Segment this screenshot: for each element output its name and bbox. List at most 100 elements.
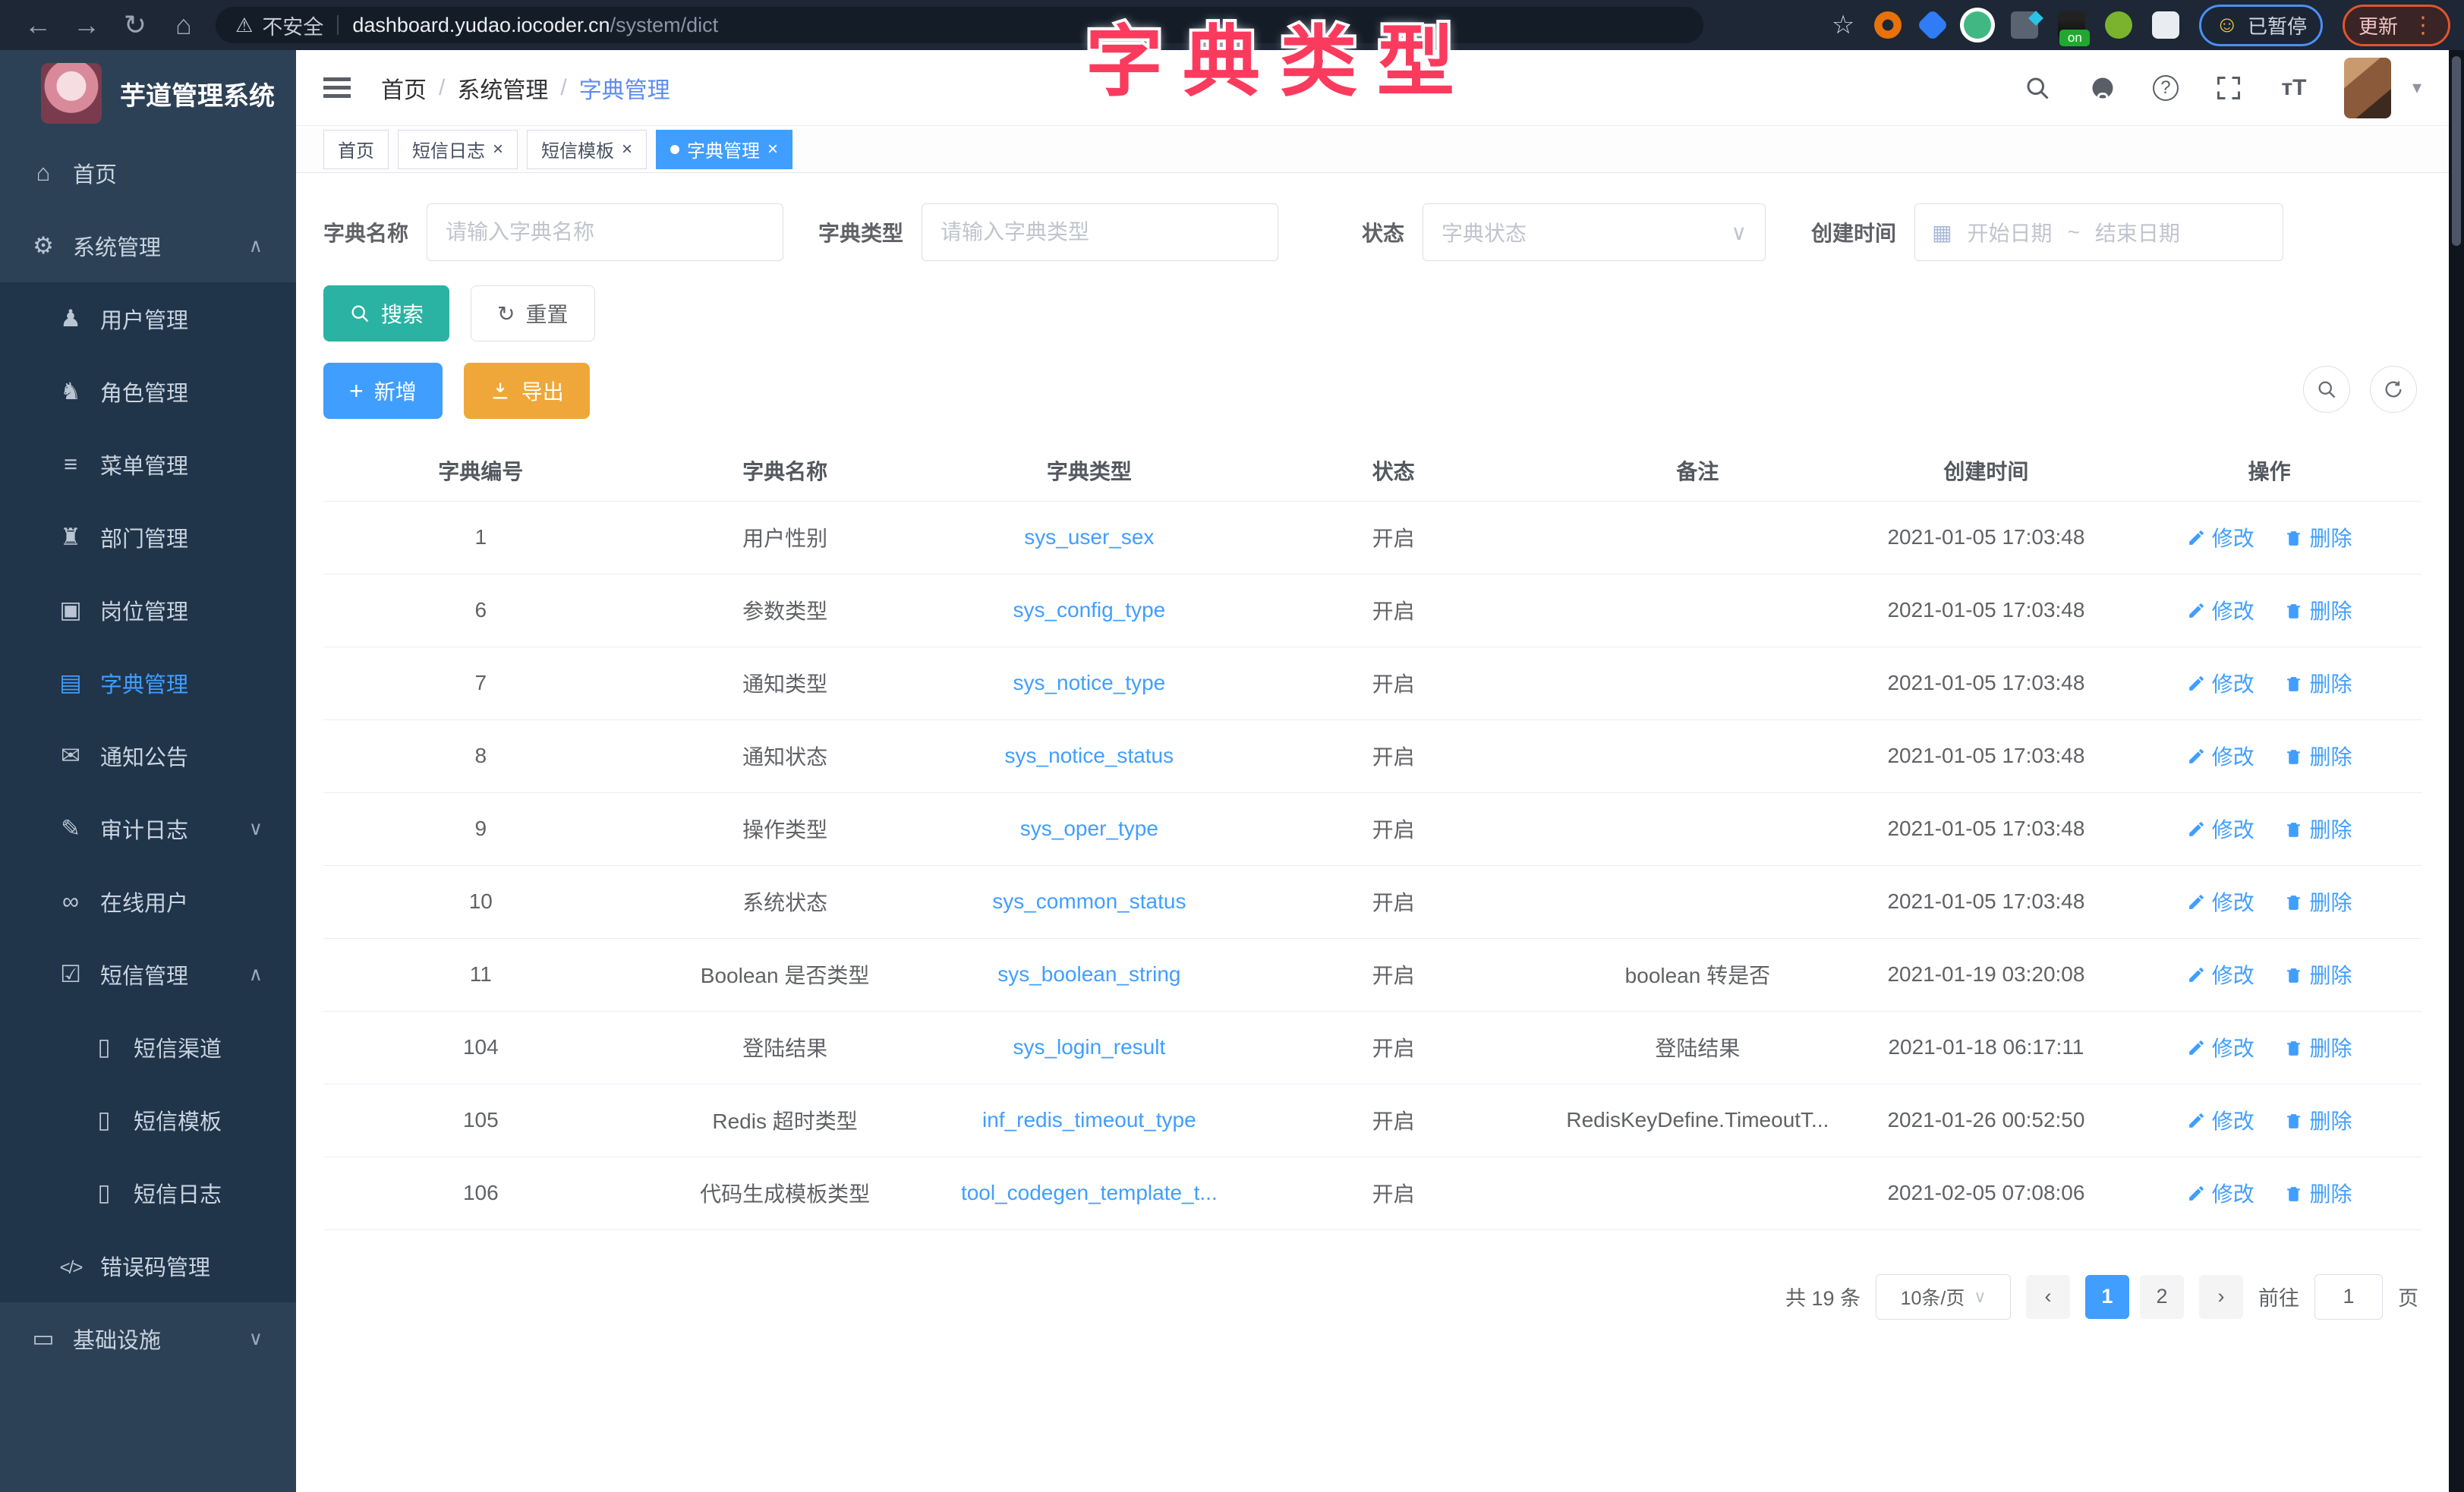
page-number-button[interactable]: 2 [2140,1275,2184,1319]
delete-link[interactable]: 删除 [2284,668,2352,698]
github-icon[interactable] [2087,73,2118,103]
sidebar-menu-item[interactable]: 在线用户 [0,865,296,938]
sidebar-item-label: 首页 [73,157,117,189]
page-number-button[interactable]: 1 [2085,1275,2129,1319]
breadcrumb-item[interactable]: 系统管理 [457,71,578,105]
home-icon[interactable]: ⌂ [159,9,208,41]
next-page-button[interactable]: › [2199,1275,2243,1319]
extension-icon[interactable]: on [2058,11,2085,39]
font-size-icon[interactable]: тT [2279,73,2309,103]
user-avatar[interactable] [2344,58,2391,118]
breadcrumb-item[interactable]: 字典管理 [579,71,670,105]
reload-icon[interactable]: ↻ [111,9,159,41]
status-select[interactable]: 字典状态 ∨ [1423,203,1766,261]
caret-down-icon[interactable]: ▾ [2412,77,2421,99]
edit-link[interactable]: 修改 [2187,1105,2254,1135]
delete-link[interactable]: 删除 [2284,1178,2352,1208]
delete-link[interactable]: 删除 [2284,1032,2352,1062]
sidebar-menu-item[interactable]: 基础设施 [0,1302,296,1375]
back-arrow-icon[interactable]: ← [14,9,62,41]
edit-link[interactable]: 修改 [2187,959,2254,990]
date-range-picker[interactable]: ▦ 开始日期 ~ 结束日期 [1914,203,2283,261]
profile-paused-badge[interactable]: ☺ 已暂停 [2199,5,2323,46]
dict-type-link[interactable]: sys_boolean_string [932,938,1247,1011]
sidebar-menu-item[interactable]: 首页 [0,137,296,209]
dict-type-link[interactable]: sys_oper_type [932,792,1247,865]
dict-type-link[interactable]: sys_notice_status [932,719,1247,792]
add-button[interactable]: + 新增 [323,363,443,419]
hamburger-icon[interactable] [323,86,351,90]
chrome-update-button[interactable]: 更新 ⋮ [2343,5,2450,46]
extensions-puzzle-icon[interactable] [2152,11,2179,39]
dict-type-link[interactable]: tool_codegen_template_t... [932,1157,1247,1229]
sidebar-menu-item[interactable]: 错误码管理 [0,1229,296,1302]
kebab-menu-icon[interactable]: ⋮ [2412,12,2434,39]
edit-link[interactable]: 修改 [2187,668,2254,698]
sidebar-menu-item[interactable]: 用户管理 [0,282,296,355]
sidebar-menu-item[interactable]: 角色管理 [0,355,296,428]
extension-icon[interactable] [2105,11,2132,39]
dict-type-input[interactable] [922,203,1278,261]
sidebar-menu-item[interactable]: 通知公告 [0,719,296,792]
extension-icon[interactable] [1964,11,1991,39]
refresh-table-button[interactable] [2370,366,2417,413]
close-tab-icon[interactable]: × [767,139,778,160]
page-tab[interactable]: 首页 × [323,130,389,169]
prev-page-button[interactable]: ‹ [2026,1275,2070,1319]
page-tab[interactable]: 短信模板 × [527,130,647,169]
reset-button[interactable]: ↻ 重置 [471,285,594,342]
toggle-search-icon-button[interactable] [2303,366,2350,413]
breadcrumb-item[interactable]: 首页 [381,71,457,105]
close-tab-icon[interactable]: × [622,139,632,160]
delete-link[interactable]: 删除 [2284,886,2352,917]
page-tab[interactable]: 字典管理 × [656,130,792,169]
dict-type-link[interactable]: sys_common_status [932,865,1247,938]
delete-link[interactable]: 删除 [2284,814,2352,844]
extension-icon[interactable] [1917,9,1949,41]
delete-link[interactable]: 删除 [2284,1105,2352,1135]
edit-link[interactable]: 修改 [2187,1178,2254,1208]
edit-link[interactable]: 修改 [2187,595,2254,625]
dict-type-link[interactable]: inf_redis_timeout_type [932,1084,1247,1157]
app-logo-row[interactable]: 芋道管理系统 [0,50,296,137]
extension-icon[interactable] [2011,11,2038,39]
bookmark-star-icon[interactable]: ☆ [1832,10,1854,40]
page-size-select[interactable]: 10条/页 ∨ [1876,1274,2011,1320]
delete-link[interactable]: 删除 [2284,959,2352,990]
edit-link[interactable]: 修改 [2187,886,2254,917]
sidebar-menu-item[interactable]: 短信管理 [0,938,296,1011]
dict-type-link[interactable]: sys_login_result [932,1011,1247,1084]
scrollbar-thumb[interactable] [2452,56,2461,246]
sidebar-menu-item[interactable]: 岗位管理 [0,574,296,647]
delete-link[interactable]: 删除 [2284,595,2352,625]
sidebar-menu-item[interactable]: 短信日志 [0,1157,296,1229]
search-button[interactable]: 搜索 [323,285,449,342]
goto-page-input[interactable] [2314,1274,2383,1320]
fullscreen-icon[interactable] [2214,73,2244,103]
export-button[interactable]: 导出 [464,363,590,419]
address-bar[interactable]: ⚠ 不安全 dashboard.yudao.iocoder.cn/system/… [216,7,1703,43]
sidebar-menu-item[interactable]: 短信模板 [0,1084,296,1157]
extension-icon[interactable] [1874,11,1902,39]
dict-type-link[interactable]: sys_config_type [932,574,1247,647]
dict-type-link[interactable]: sys_notice_type [932,647,1247,719]
page-tab[interactable]: 短信日志 × [398,130,518,169]
delete-link[interactable]: 删除 [2284,741,2352,771]
edit-link[interactable]: 修改 [2187,814,2254,844]
edit-link[interactable]: 修改 [2187,1032,2254,1062]
search-icon[interactable] [2022,73,2053,103]
sidebar-menu-item[interactable]: 系统管理 [0,209,296,282]
forward-arrow-icon[interactable]: → [62,9,111,41]
help-icon[interactable]: ? [2153,75,2179,101]
edit-link[interactable]: 修改 [2187,741,2254,771]
sidebar-menu-item[interactable]: 菜单管理 [0,428,296,501]
delete-link[interactable]: 删除 [2284,522,2352,552]
close-tab-icon[interactable]: × [493,139,503,160]
sidebar-menu-item[interactable]: 审计日志 [0,792,296,865]
dict-type-link[interactable]: sys_user_sex [932,501,1247,574]
sidebar-menu-item[interactable]: 短信渠道 [0,1011,296,1084]
sidebar-menu-item[interactable]: 字典管理 [0,647,296,719]
dict-name-input[interactable] [427,203,783,261]
sidebar-menu-item[interactable]: 部门管理 [0,501,296,574]
edit-link[interactable]: 修改 [2187,522,2254,552]
